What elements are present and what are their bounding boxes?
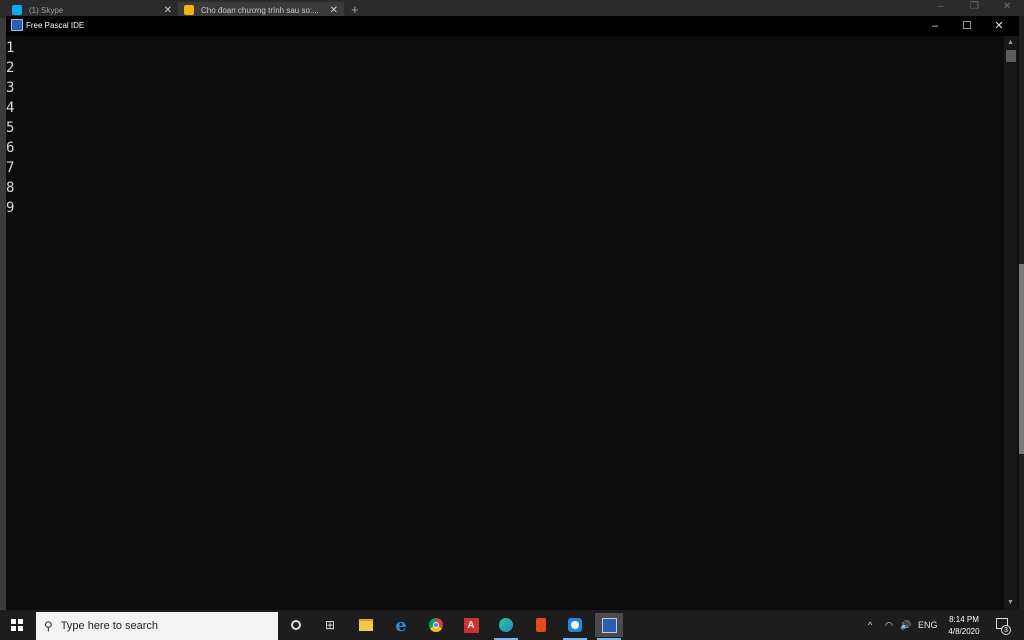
volume-icon[interactable]: 🔊 bbox=[900, 610, 911, 640]
output-line: 2 bbox=[6, 60, 15, 76]
output-line: 1 bbox=[6, 40, 15, 56]
tab-hoc24-label: Cho đoạn chương trình sau so:... bbox=[201, 5, 319, 15]
acrobat-button[interactable]: A bbox=[457, 613, 485, 637]
wifi-icon[interactable]: ◠ bbox=[885, 610, 893, 640]
scroll-down-icon[interactable]: ▼ bbox=[1007, 599, 1014, 606]
start-button[interactable] bbox=[0, 610, 34, 640]
free-pascal-icon bbox=[601, 617, 617, 633]
close-icon[interactable]: ✕ bbox=[330, 5, 338, 16]
office-button[interactable] bbox=[527, 613, 555, 637]
window-title: Free Pascal IDE bbox=[26, 21, 85, 30]
free-pascal-icon[interactable] bbox=[11, 19, 23, 31]
background-scrollbar-thumb[interactable] bbox=[1019, 264, 1024, 454]
vertical-scrollbar[interactable]: ▲ ▼ bbox=[1004, 36, 1018, 610]
language-indicator[interactable]: ENG bbox=[918, 610, 938, 640]
office-icon bbox=[536, 618, 546, 632]
clock[interactable]: 8:14 PM 4/8/2020 bbox=[940, 614, 988, 638]
output-lines: 1 2 3 4 5 6 7 8 9 bbox=[6, 38, 14, 218]
close-icon[interactable]: ✕ bbox=[164, 5, 172, 16]
task-view-button[interactable]: ⊞ bbox=[316, 613, 344, 637]
taskbar: ⚲ Type here to search ⊞ e A ^ ◠ 🔊 ENG 8:… bbox=[0, 610, 1024, 640]
edge-button[interactable] bbox=[492, 613, 520, 640]
chrome-button[interactable] bbox=[422, 613, 450, 637]
blue-app-icon bbox=[568, 618, 582, 632]
hoc24-icon bbox=[184, 5, 194, 15]
output-line: 8 bbox=[6, 180, 15, 196]
blue-app-button[interactable] bbox=[561, 613, 589, 640]
minimize-button[interactable]: – bbox=[920, 17, 950, 35]
show-hidden-icons-button[interactable]: ^ bbox=[868, 610, 872, 640]
scrollbar-thumb[interactable] bbox=[1006, 50, 1016, 62]
file-explorer-button[interactable] bbox=[352, 613, 380, 637]
search-box[interactable]: ⚲ Type here to search bbox=[36, 612, 278, 640]
file-explorer-icon bbox=[359, 619, 373, 631]
browser-minimize-button[interactable]: – bbox=[938, 1, 944, 12]
skype-icon bbox=[12, 5, 22, 15]
browser-close-button[interactable]: ✕ bbox=[1003, 1, 1011, 12]
windows-logo-icon bbox=[11, 619, 23, 631]
output-line: 4 bbox=[6, 100, 15, 116]
output-line: 7 bbox=[6, 160, 15, 176]
search-icon: ⚲ bbox=[44, 619, 53, 633]
maximize-button[interactable]: ☐ bbox=[952, 17, 982, 35]
ide-window: Free Pascal IDE – ☐ ✕ 1 2 3 4 5 6 7 8 9 … bbox=[6, 16, 1019, 610]
acrobat-icon: A bbox=[463, 617, 479, 633]
cortana-button[interactable] bbox=[282, 613, 310, 637]
free-pascal-taskbar-button[interactable] bbox=[595, 613, 623, 640]
internet-explorer-button[interactable]: e bbox=[387, 613, 415, 637]
notification-count-badge: 3 bbox=[1001, 625, 1011, 635]
title-bar[interactable]: Free Pascal IDE – ☐ ✕ bbox=[6, 16, 1019, 36]
clock-date: 4/8/2020 bbox=[948, 627, 980, 636]
output-line: 6 bbox=[6, 140, 15, 156]
output-line: 3 bbox=[6, 80, 15, 96]
background-scrollbar[interactable] bbox=[1019, 16, 1024, 610]
internet-explorer-icon: e bbox=[395, 614, 407, 636]
new-tab-button[interactable]: + bbox=[351, 2, 359, 17]
output-line: 9 bbox=[6, 200, 15, 216]
output-line: 5 bbox=[6, 120, 15, 136]
chrome-icon bbox=[429, 618, 443, 632]
task-view-icon: ⊞ bbox=[324, 618, 336, 632]
console-area[interactable]: 1 2 3 4 5 6 7 8 9 bbox=[6, 36, 1003, 610]
scroll-up-icon[interactable]: ▲ bbox=[1007, 39, 1014, 46]
clock-time: 8:14 PM bbox=[949, 615, 979, 624]
edge-icon bbox=[499, 618, 513, 632]
browser-restore-button[interactable]: ❐ bbox=[970, 1, 979, 12]
search-placeholder: Type here to search bbox=[60, 620, 159, 632]
cortana-icon bbox=[291, 620, 301, 630]
close-button[interactable]: ✕ bbox=[984, 17, 1014, 35]
tab-skype-label: (1) Skype bbox=[29, 5, 64, 15]
